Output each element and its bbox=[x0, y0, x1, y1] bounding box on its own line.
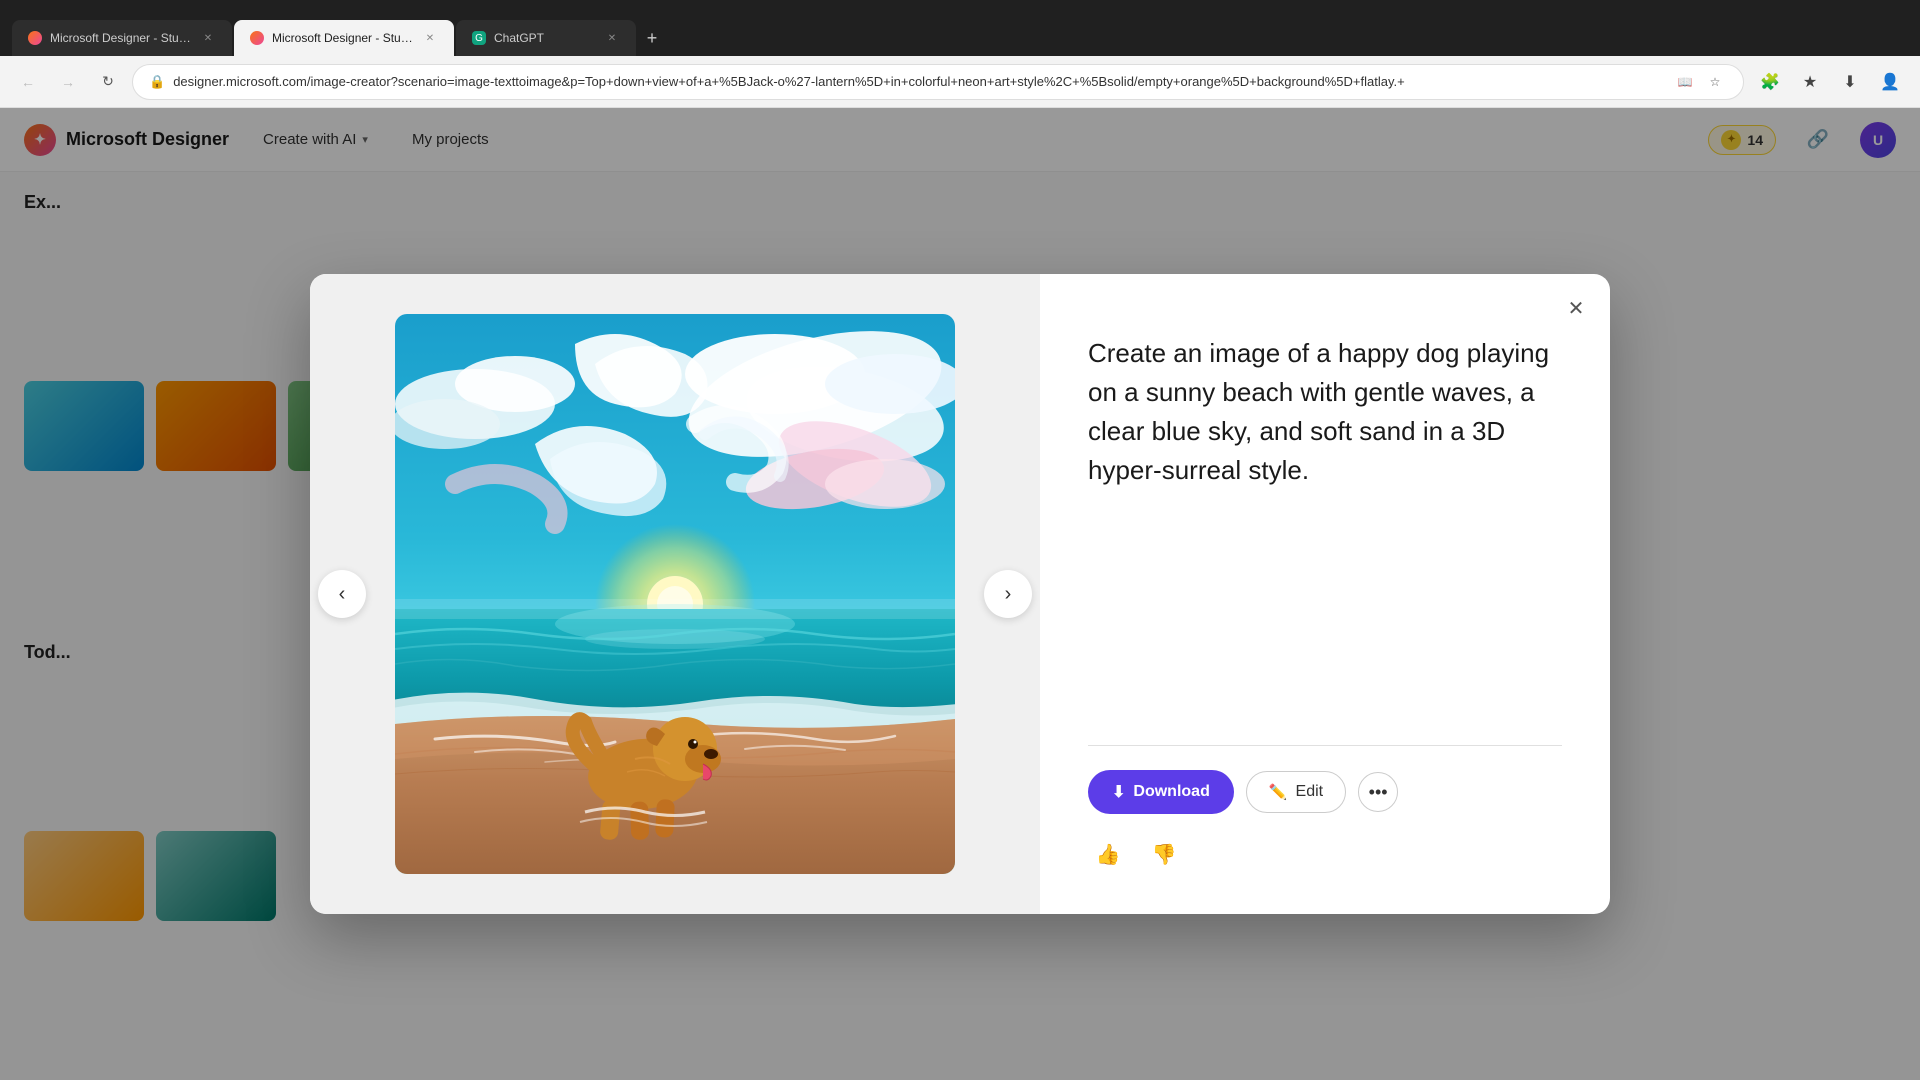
read-mode-icon[interactable]: 📖 bbox=[1673, 70, 1697, 94]
download-button[interactable]: ⬇ Download bbox=[1088, 770, 1234, 814]
modal-dialog: ✕ ‹ bbox=[310, 274, 1610, 914]
next-arrow-icon: › bbox=[1005, 583, 1012, 606]
refresh-button[interactable]: ↻ bbox=[92, 66, 124, 98]
thumbs-up-icon: 👍 bbox=[1096, 842, 1121, 867]
tab-1-close[interactable]: ✕ bbox=[200, 30, 216, 46]
tab-2-label: Microsoft Designer - Stunning bbox=[272, 31, 414, 45]
tab-3[interactable]: G ChatGPT ✕ bbox=[456, 20, 636, 56]
address-text: designer.microsoft.com/image-creator?sce… bbox=[173, 74, 1665, 89]
download-label: Download bbox=[1133, 783, 1209, 801]
modal-overlay: ✕ ‹ bbox=[0, 108, 1920, 1080]
app-area: ✦ Microsoft Designer Create with AI ▾ My… bbox=[0, 108, 1920, 1080]
lock-icon: 🔒 bbox=[149, 74, 165, 90]
thumbs-down-button[interactable]: 👎 bbox=[1144, 834, 1184, 874]
tab-2-favicon bbox=[250, 31, 264, 45]
modal-image-area: ‹ bbox=[310, 274, 1040, 914]
address-bar[interactable]: 🔒 designer.microsoft.com/image-creator?s… bbox=[132, 64, 1744, 100]
edit-label: Edit bbox=[1296, 783, 1324, 801]
modal-feedback: 👍 👎 bbox=[1088, 834, 1562, 874]
more-options-button[interactable]: ••• bbox=[1358, 772, 1398, 812]
forward-button[interactable]: → bbox=[52, 66, 84, 98]
new-tab-button[interactable]: + bbox=[638, 24, 666, 52]
back-button[interactable]: ← bbox=[12, 66, 44, 98]
prev-arrow-icon: ‹ bbox=[339, 583, 346, 606]
downloads-icon[interactable]: ⬇ bbox=[1832, 64, 1868, 100]
tab-1-label: Microsoft Designer - Stunning bbox=[50, 31, 192, 45]
tab-3-close[interactable]: ✕ bbox=[604, 30, 620, 46]
browser-right-icons: 🧩 ★ ⬇ 👤 bbox=[1752, 64, 1908, 100]
tab-3-favicon: G bbox=[472, 31, 486, 45]
modal-image bbox=[395, 314, 955, 874]
thumbs-up-button[interactable]: 👍 bbox=[1088, 834, 1128, 874]
modal-right-panel: Create an image of a happy dog playing o… bbox=[1040, 274, 1610, 914]
favorites-bar-icon[interactable]: ★ bbox=[1792, 64, 1828, 100]
modal-body: ‹ bbox=[310, 274, 1610, 914]
tab-3-label: ChatGPT bbox=[494, 31, 596, 45]
tab-2[interactable]: Microsoft Designer - Stunning ✕ bbox=[234, 20, 454, 56]
extensions-icon[interactable]: 🧩 bbox=[1752, 64, 1788, 100]
modal-close-button[interactable]: ✕ bbox=[1558, 290, 1594, 326]
tab-1-favicon bbox=[28, 31, 42, 45]
profile-icon[interactable]: 👤 bbox=[1872, 64, 1908, 100]
address-bar-row: ← → ↻ 🔒 designer.microsoft.com/image-cre… bbox=[0, 56, 1920, 108]
address-icons: 📖 ☆ bbox=[1673, 70, 1727, 94]
tab-2-close[interactable]: ✕ bbox=[422, 30, 438, 46]
modal-divider bbox=[1088, 745, 1562, 746]
browser-chrome: Microsoft Designer - Stunning ✕ Microsof… bbox=[0, 0, 1920, 56]
beach-illustration bbox=[395, 314, 955, 874]
tab-1[interactable]: Microsoft Designer - Stunning ✕ bbox=[12, 20, 232, 56]
favorites-icon[interactable]: ☆ bbox=[1703, 70, 1727, 94]
prev-image-button[interactable]: ‹ bbox=[318, 570, 366, 618]
modal-description: Create an image of a happy dog playing o… bbox=[1088, 334, 1562, 713]
modal-actions: ⬇ Download ✏️ Edit ••• bbox=[1088, 770, 1562, 814]
tab-bar: Microsoft Designer - Stunning ✕ Microsof… bbox=[12, 0, 666, 56]
more-icon: ••• bbox=[1369, 782, 1388, 803]
thumbs-down-icon: 👎 bbox=[1152, 842, 1177, 867]
next-image-button[interactable]: › bbox=[984, 570, 1032, 618]
download-icon: ⬇ bbox=[1112, 782, 1125, 802]
edit-icon: ✏️ bbox=[1269, 783, 1288, 801]
close-icon: ✕ bbox=[1568, 296, 1585, 321]
edit-button[interactable]: ✏️ Edit bbox=[1246, 771, 1346, 813]
